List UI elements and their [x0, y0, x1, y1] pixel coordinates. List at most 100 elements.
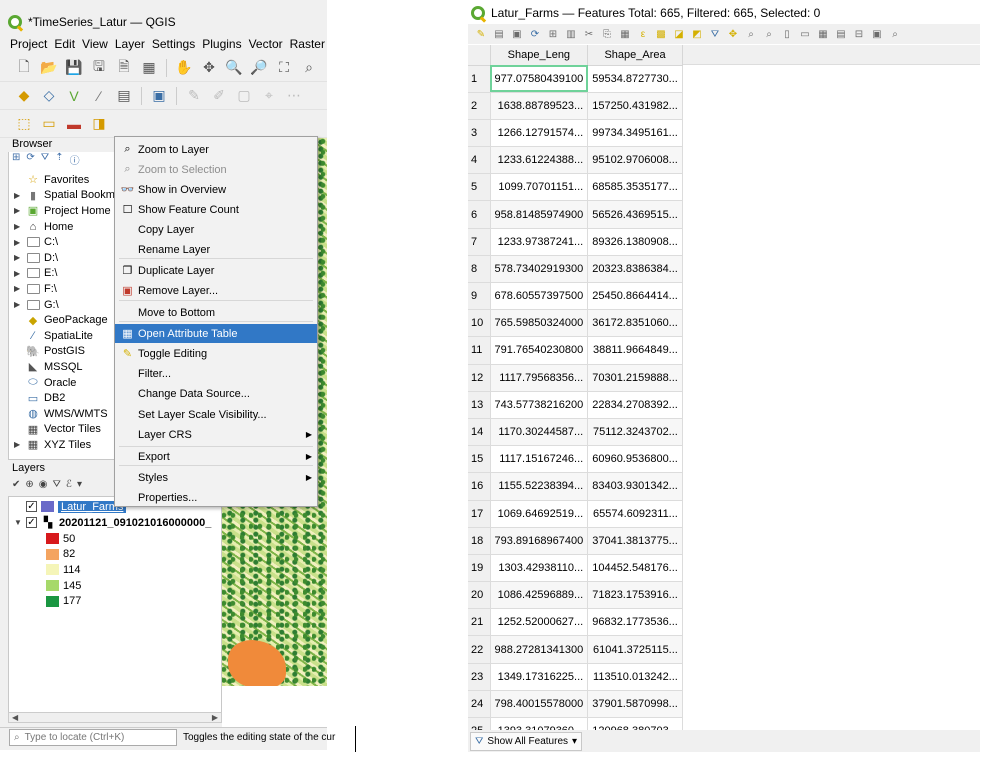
context-menu-item[interactable]: ☐ Show Feature Count — [115, 200, 317, 219]
row-number-cell[interactable]: 15 — [468, 445, 491, 474]
shape-leng-cell[interactable]: 678.60557397500 — [490, 282, 589, 311]
copy-rows-icon[interactable]: ▯ — [780, 27, 794, 41]
save-as-icon[interactable]: 🖫 — [89, 58, 109, 78]
menu-plugins[interactable]: Plugins — [202, 37, 241, 51]
context-menu-item[interactable]: Properties... — [115, 488, 317, 507]
show-all-features-button[interactable]: ⛛ Show All Features ▾ — [470, 732, 583, 751]
expand-arrow-icon[interactable]: ▶ — [14, 284, 22, 293]
browser-item[interactable]: ▶ ▣ Project Home — [14, 203, 111, 219]
shape-leng-cell[interactable]: 958.81485974900 — [490, 200, 589, 229]
table-row[interactable]: 8 578.73402919300 20323.8386384... — [468, 255, 683, 284]
add-vector-icon[interactable]: ◇ — [39, 86, 59, 106]
add-raster-icon[interactable]: V — [64, 86, 84, 106]
table-row[interactable]: 15 1117.15167246... 60960.9536800... — [468, 445, 683, 474]
browser-item[interactable]: ☆ Favorites — [14, 172, 89, 188]
shape-area-cell[interactable]: 157250.431982... — [587, 92, 683, 120]
cut-icon[interactable]: ✂ — [582, 27, 596, 41]
shape-area-cell[interactable]: 37901.5870998... — [587, 690, 683, 719]
expand-arrow-icon[interactable]: ▶ — [14, 253, 22, 262]
shape-leng-cell[interactable]: 765.59850324000 — [490, 309, 589, 338]
scroll-right-icon[interactable]: ▶ — [212, 713, 218, 722]
browser-item[interactable]: ▶ ▮ Spatial Bookm — [14, 188, 115, 204]
layers-filter-icon[interactable]: ⛛ — [53, 479, 61, 490]
multi-edit-icon[interactable]: ▤ — [492, 27, 506, 41]
layer-styling-icon[interactable]: ✔ — [12, 479, 20, 490]
shape-area-cell[interactable]: 61041.3725115... — [587, 635, 683, 664]
expand-arrow-icon[interactable]: ▶ — [14, 238, 22, 247]
locator-bar[interactable]: ⌕ Type to locate (Ctrl+K) — [9, 729, 177, 746]
table-row[interactable]: 1 977.07580439100 59534.8727730... — [468, 65, 683, 93]
add-selected-icon[interactable]: ⊞ — [12, 152, 20, 167]
dock-icon[interactable]: ▣ — [870, 27, 884, 41]
style-manager-icon[interactable]: ▦ — [139, 58, 159, 78]
actions-icon[interactable]: ⊟ — [852, 27, 866, 41]
context-menu-item[interactable]: Styles ▶ — [115, 468, 317, 487]
conditional-format-icon[interactable]: ▤ — [834, 27, 848, 41]
shape-area-cell[interactable]: 56526.4369515... — [587, 200, 683, 229]
shape-leng-cell[interactable]: 578.73402919300 — [490, 255, 589, 284]
pan-to-selection-icon[interactable]: ✥ — [199, 58, 219, 78]
menu-view[interactable]: View — [82, 37, 108, 51]
menu-vector[interactable]: Vector — [249, 37, 283, 51]
table-row[interactable]: 18 793.89168967400 37041.3813775... — [468, 527, 683, 555]
browser-item[interactable]: 🐘 PostGIS — [14, 344, 85, 360]
browser-item[interactable]: ▦ Vector Tiles — [14, 422, 101, 438]
layer-row-vector[interactable]: ✓ Latur_Farms — [14, 499, 127, 515]
table-row[interactable]: 12 1117.79568356... 70301.2159888... — [468, 364, 683, 392]
row-number-cell[interactable]: 18 — [468, 527, 491, 555]
shape-area-cell[interactable]: 25450.8664414... — [587, 282, 683, 311]
table-row[interactable]: 9 678.60557397500 25450.8664414... — [468, 282, 683, 311]
shape-area-cell[interactable]: 65574.6092311... — [587, 500, 683, 528]
pan-icon[interactable]: ✋ — [174, 58, 194, 78]
table-row[interactable]: 2 1638.88789523... 157250.431982... — [468, 92, 683, 120]
shape-leng-cell[interactable]: 1252.52000627... — [490, 608, 589, 637]
browser-item[interactable]: ▭ DB2 — [14, 390, 66, 406]
move-selection-top-icon[interactable]: ✥ — [726, 27, 740, 41]
shape-area-cell[interactable]: 59534.8727730... — [587, 65, 683, 93]
locator-placeholder[interactable]: Type to locate (Ctrl+K) — [25, 732, 125, 743]
browser-item[interactable]: ◆ GeoPackage — [14, 312, 108, 328]
open-project-icon[interactable]: 📂 — [39, 58, 59, 78]
menu-settings[interactable]: Settings — [152, 37, 195, 51]
row-number-cell[interactable]: 2 — [468, 92, 491, 120]
layer-row-raster[interactable]: ▼ ✓ ▚ 20201121_091021016000000_ — [14, 515, 211, 531]
row-number-cell[interactable]: 17 — [468, 500, 491, 528]
shape-area-cell[interactable]: 36172.8351060... — [587, 309, 683, 338]
row-number-cell[interactable]: 12 — [468, 364, 491, 392]
context-menu-item[interactable]: ❐ Duplicate Layer — [115, 261, 317, 280]
table-row[interactable]: 13 743.57738216200 22834.2708392... — [468, 391, 683, 419]
table-row[interactable]: 20 1086.42596889... 71823.1753916... — [468, 581, 683, 610]
shape-area-cell[interactable]: 60960.9536800... — [587, 445, 683, 474]
field-calculator-icon[interactable]: ▦ — [816, 27, 830, 41]
row-number-cell[interactable]: 20 — [468, 581, 491, 610]
shape-leng-cell[interactable]: 1170.30244587... — [490, 418, 589, 447]
row-number-cell[interactable]: 19 — [468, 554, 491, 583]
shape-area-cell[interactable]: 38811.9664849... — [587, 336, 683, 365]
dropdown-chevron-icon[interactable]: ▾ — [77, 479, 82, 490]
expand-arrow-icon[interactable]: ▶ — [14, 206, 22, 215]
data-source-manager-icon[interactable]: ◆ — [14, 86, 34, 106]
shape-area-cell[interactable]: 99734.3495161... — [587, 119, 683, 148]
layers-horizontal-scrollbar[interactable]: ◀ ▶ — [8, 712, 222, 723]
add-group-icon[interactable]: ⊕ — [25, 479, 33, 490]
attribute-table-toolbar-icon[interactable]: ▣ — [149, 86, 169, 106]
expand-arrow-icon[interactable]: ▶ — [14, 269, 22, 278]
context-menu-item[interactable]: 👓 Show in Overview — [115, 180, 317, 199]
browser-item[interactable]: ∕ SpatiaLite — [14, 328, 93, 344]
row-number-cell[interactable]: 21 — [468, 608, 491, 637]
deselect-all-icon[interactable]: ◩ — [690, 27, 704, 41]
table-row[interactable]: 19 1303.42938110... 104452.548176... — [468, 554, 683, 583]
row-number-cell[interactable]: 6 — [468, 200, 491, 229]
zoom-out-icon[interactable]: 🔎 — [249, 58, 269, 78]
shape-leng-cell[interactable]: 1155.52238394... — [490, 472, 589, 501]
menu-raster[interactable]: Raster — [290, 37, 325, 51]
shape-area-cell[interactable]: 113510.013242... — [587, 663, 683, 691]
select-features-icon[interactable]: ⬚ — [14, 114, 34, 134]
deselect-icon[interactable]: ▬ — [64, 114, 84, 134]
shape-leng-cell[interactable]: 793.89168967400 — [490, 527, 589, 555]
expand-arrow-icon[interactable]: ▶ — [14, 440, 22, 449]
context-menu-item[interactable]: Layer CRS ▶ — [115, 425, 317, 444]
filter-select-icon[interactable]: ⛛ — [708, 27, 722, 41]
shape-area-cell[interactable]: 70301.2159888... — [587, 364, 683, 392]
table-row[interactable]: 24 798.40015578000 37901.5870998... — [468, 690, 683, 719]
